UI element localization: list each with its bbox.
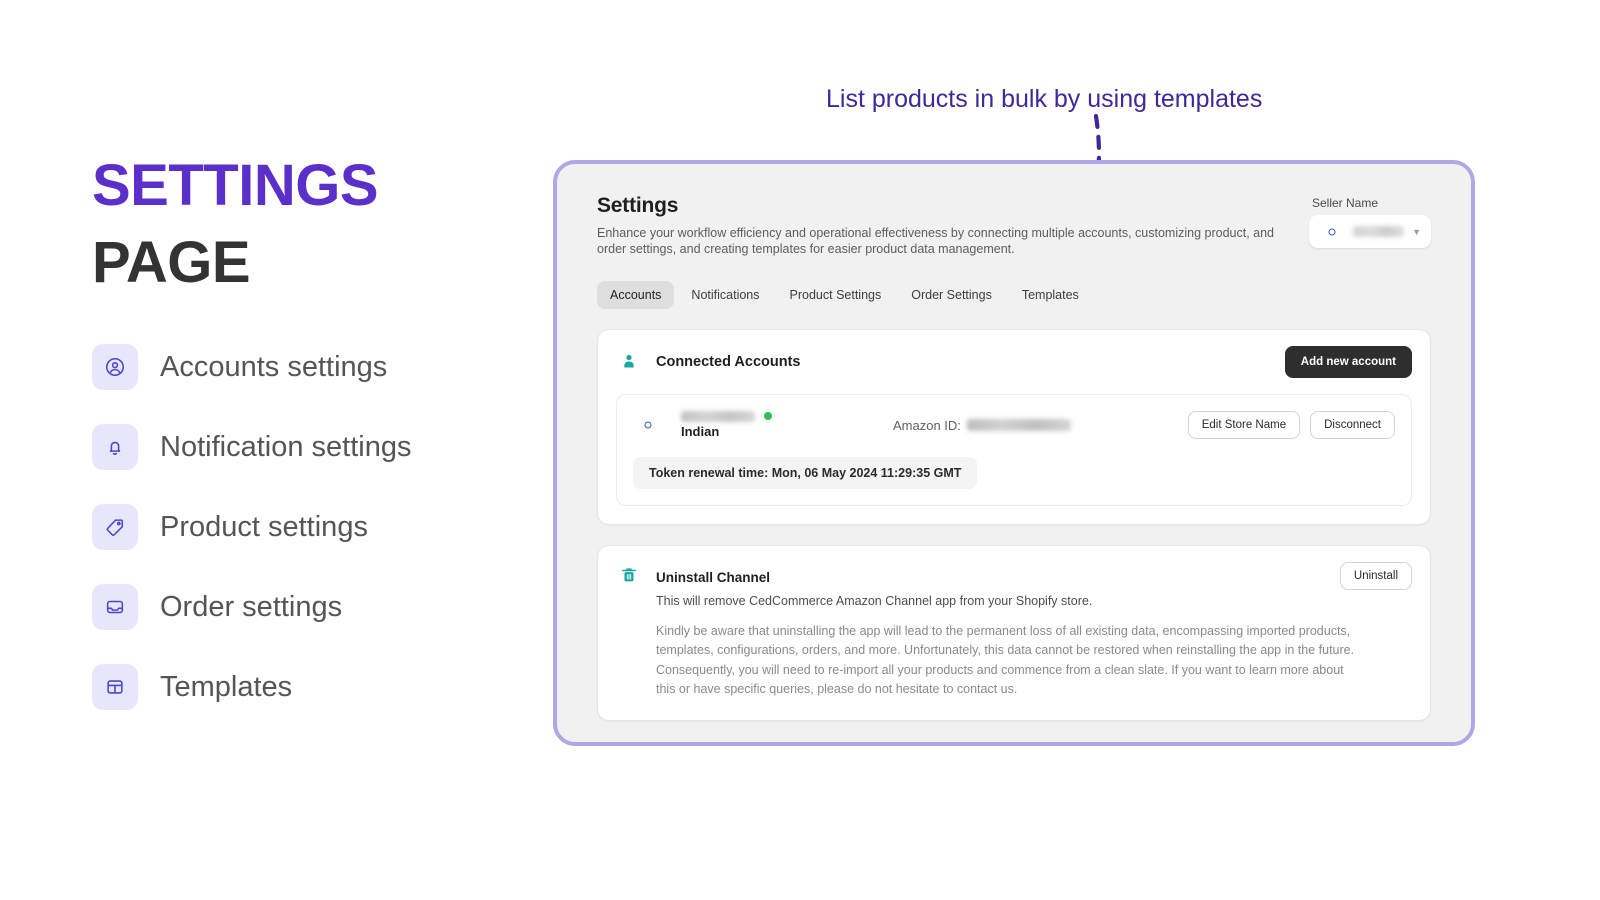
uninstall-title: Uninstall Channel <box>656 570 771 585</box>
edit-store-name-button[interactable]: Edit Store Name <box>1187 411 1301 439</box>
amazon-id: Amazon ID: ███████████ <box>893 418 1071 433</box>
account-store-name: ████████ <box>681 410 755 422</box>
list-item-label: Notification settings <box>160 430 412 463</box>
seller-name-label: Seller Name <box>1312 196 1379 210</box>
uninstall-channel-card: Uninstall Uninstall Channel This will re… <box>597 545 1431 721</box>
app-header: Settings Enhance your workflow efficienc… <box>597 194 1431 257</box>
page-title-line1: SETTINGS <box>92 153 379 218</box>
uninstall-warning-paragraph: Kindly be aware that uninstalling the ap… <box>656 624 1355 697</box>
connected-accounts-header: Connected Accounts Add new account <box>616 346 1412 378</box>
list-item-accounts-settings[interactable]: Accounts settings <box>92 343 522 391</box>
tag-icon <box>92 504 138 551</box>
uninstall-button[interactable]: Uninstall <box>1339 562 1412 590</box>
list-item-order-settings[interactable]: Order settings <box>92 583 522 631</box>
connected-accounts-title: Connected Accounts <box>656 354 801 370</box>
tab-order-settings[interactable]: Order Settings <box>898 281 1005 309</box>
app-window: Settings Enhance your workflow efficienc… <box>553 160 1475 746</box>
tab-templates[interactable]: Templates <box>1009 281 1092 309</box>
person-icon <box>616 349 642 375</box>
page-title-line2: PAGE <box>92 229 251 295</box>
uninstall-description: This will remove CedCommerce Amazon Chan… <box>656 594 1093 608</box>
list-item-label: Templates <box>160 670 293 703</box>
page-title: SETTINGS PAGE <box>92 148 522 301</box>
trash-icon <box>616 562 642 588</box>
list-item-label: Accounts settings <box>160 350 388 383</box>
template-icon <box>92 664 138 711</box>
seller-selector[interactable]: Seller Name ████████ ▼ <box>1309 196 1431 248</box>
app-subtitle: Enhance your workflow efficiency and ope… <box>597 226 1275 256</box>
chevron-down-icon[interactable]: ▼ <box>1412 227 1421 237</box>
screenshot-root: SETTINGS PAGE Accounts settings Notifica… <box>0 0 1600 900</box>
status-badge <box>764 412 772 420</box>
app-title: Settings <box>597 194 679 217</box>
left-column: SETTINGS PAGE Accounts settings Notifica… <box>92 148 522 743</box>
list-item-label: Product settings <box>160 510 368 543</box>
disconnect-button[interactable]: Disconnect <box>1310 411 1395 439</box>
amazon-id-label: Amazon ID: <box>893 417 961 433</box>
bell-icon <box>92 424 138 471</box>
account-country: Indian <box>681 424 720 439</box>
account-row: ████████ Indian Amazon ID: ███████████ E… <box>616 394 1412 506</box>
connected-accounts-card: Connected Accounts Add new account █████… <box>597 329 1431 525</box>
feature-list: Accounts settings Notification settings <box>92 343 522 711</box>
tab-product-settings[interactable]: Product Settings <box>777 281 895 309</box>
seller-name-value: ████████ <box>1353 226 1405 237</box>
account-identity: ████████ Indian <box>681 409 841 441</box>
user-circle-icon <box>92 344 138 391</box>
amazon-id-value: ███████████ <box>966 419 1071 431</box>
list-item-product-settings[interactable]: Product settings <box>92 503 522 551</box>
tab-notifications[interactable]: Notifications <box>678 281 772 309</box>
seller-pill[interactable]: ████████ ▼ <box>1309 215 1431 248</box>
inbox-icon <box>92 584 138 631</box>
tab-accounts[interactable]: Accounts <box>597 281 675 309</box>
token-renewal-time: Token renewal time: Mon, 06 May 2024 11:… <box>633 457 978 489</box>
account-actions: Edit Store Name Disconnect <box>1187 411 1395 439</box>
list-item-label: Order settings <box>160 590 343 623</box>
settings-tabs: Accounts Notifications Product Settings … <box>597 281 1431 309</box>
add-new-account-button[interactable]: Add new account <box>1284 346 1412 378</box>
india-flag-icon <box>1319 222 1345 241</box>
list-item-notification-settings[interactable]: Notification settings <box>92 423 522 471</box>
india-flag-icon <box>633 410 663 440</box>
list-item-templates[interactable]: Templates <box>92 663 522 711</box>
